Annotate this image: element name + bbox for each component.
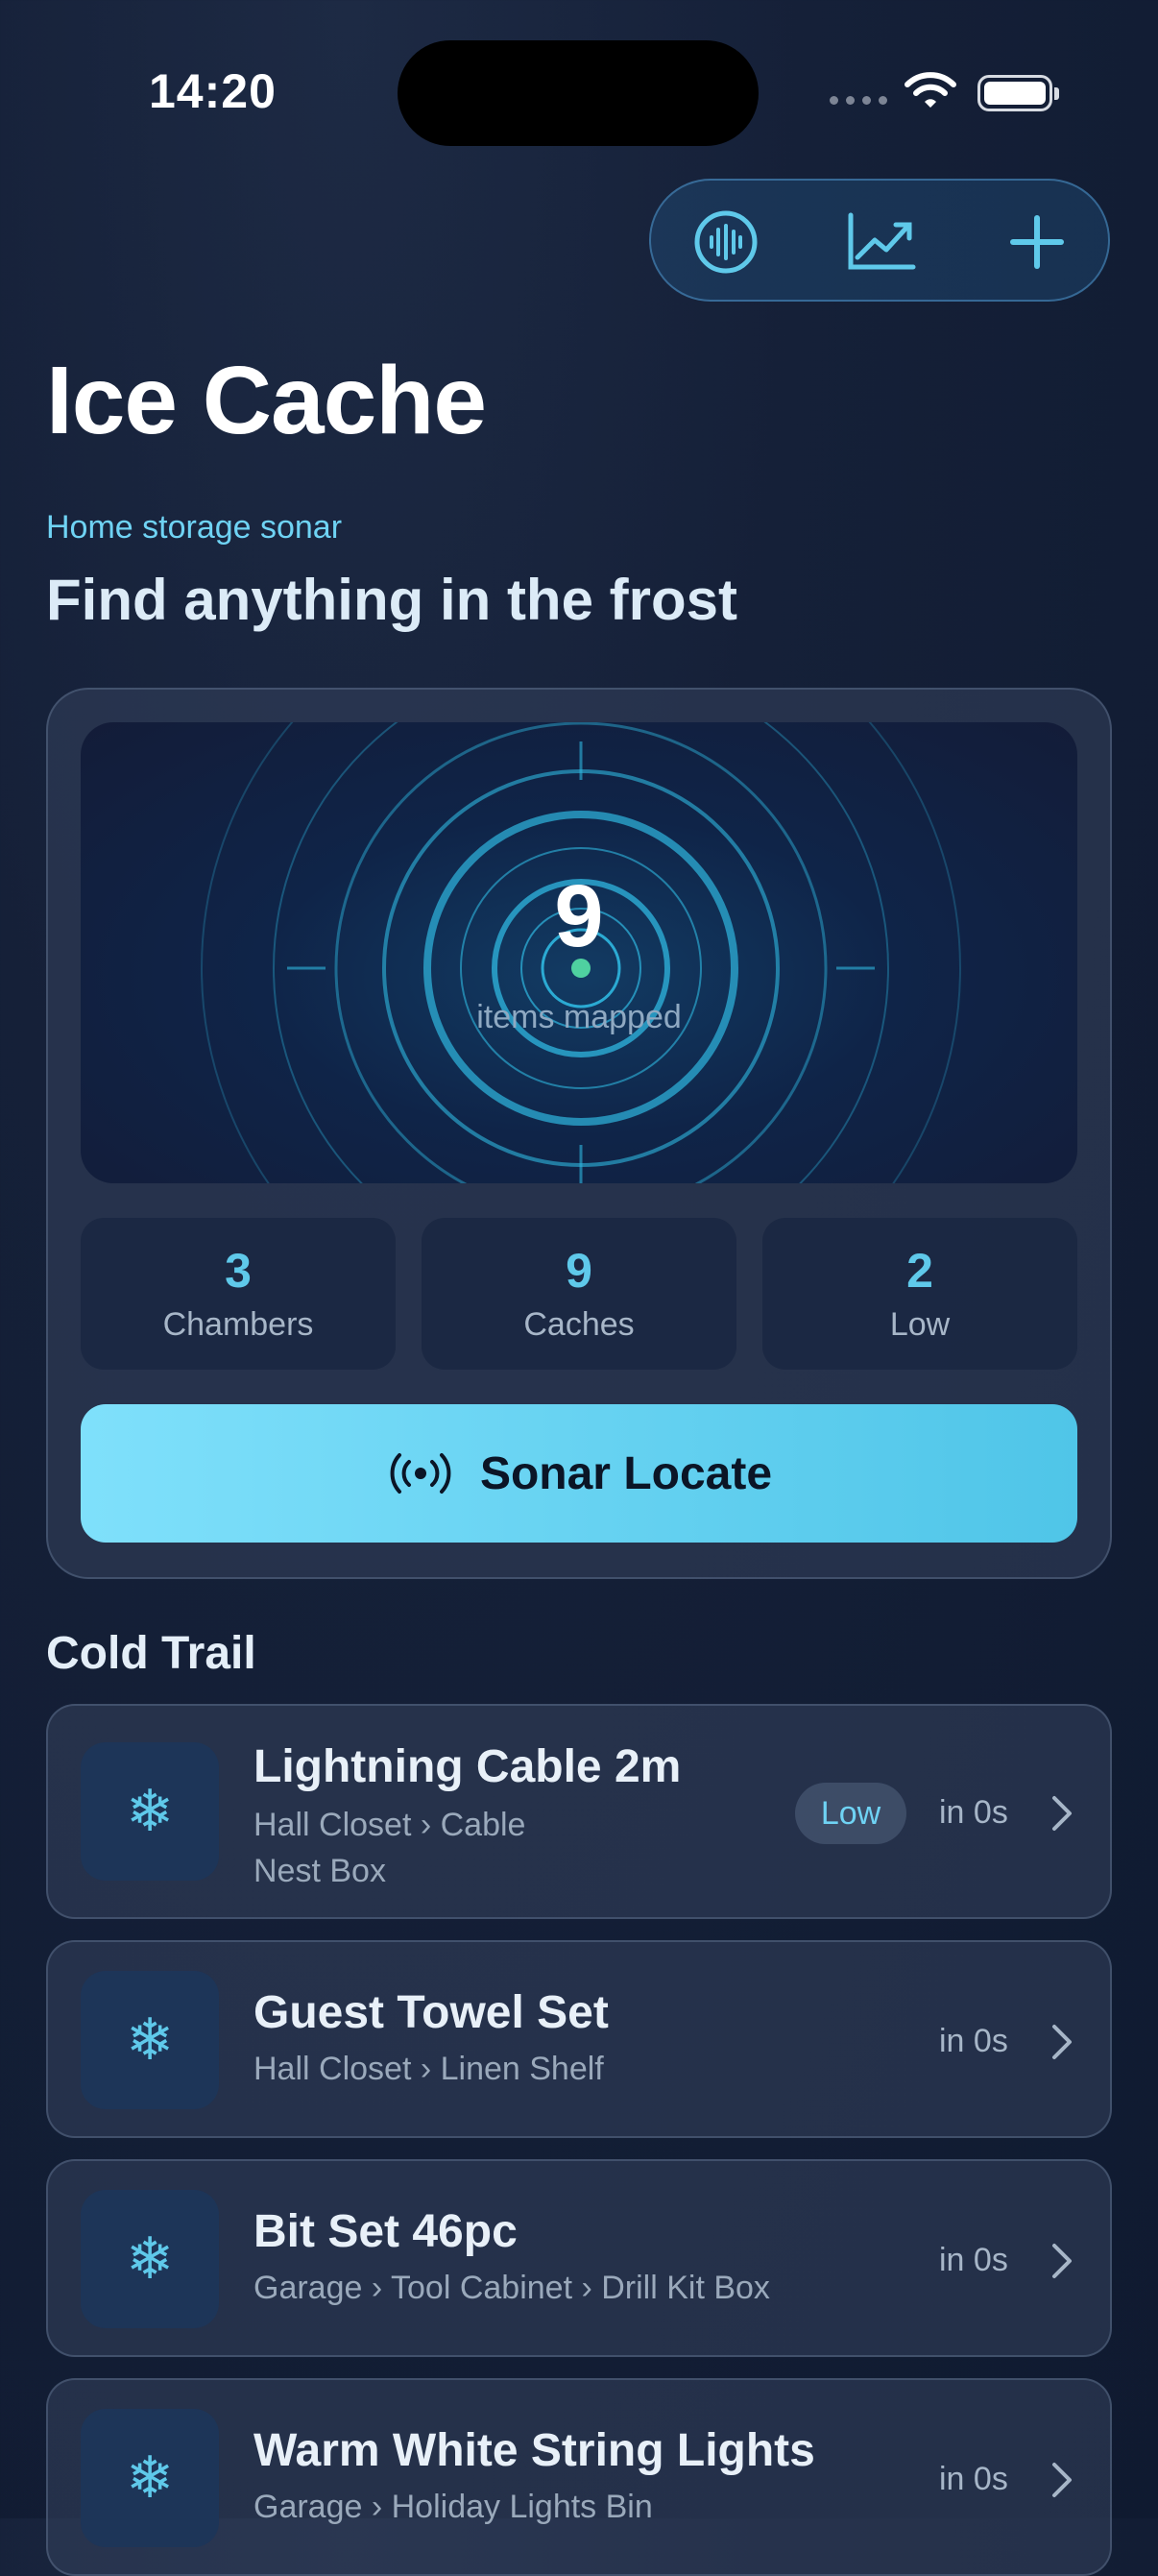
- status-badge: Low: [795, 1783, 906, 1844]
- section-title-cold-trail: Cold Trail: [46, 1628, 256, 1679]
- status-time: 14:20: [149, 64, 277, 118]
- chevron-right-icon: [1052, 2025, 1072, 2059]
- sonar-locate-button[interactable]: Sonar Locate: [81, 1404, 1077, 1543]
- item-due: in 0s: [939, 2023, 1008, 2059]
- stat-label: Low: [889, 1306, 951, 1343]
- stat-value: 3: [225, 1244, 252, 1298]
- chevron-right-icon: [1052, 1796, 1072, 1831]
- toolbar: [649, 179, 1110, 302]
- item-path: Garage › Tool Cabinet › Drill Kit Box: [253, 2270, 770, 2306]
- stat-caches[interactable]: 9 Caches: [422, 1218, 736, 1370]
- sonar-count: 9: [554, 867, 604, 965]
- page-subtitle: Find anything in the frost: [46, 568, 737, 632]
- sonar-label: items mapped: [476, 999, 682, 1035]
- broadcast-icon: [390, 1453, 451, 1494]
- waveform-icon[interactable]: [686, 202, 766, 282]
- chevron-right-icon: [1052, 2463, 1072, 2497]
- item-path: Hall Closet › Linen Shelf: [253, 2051, 604, 2087]
- item-due: in 0s: [939, 2242, 1008, 2278]
- stat-label: Chambers: [162, 1306, 314, 1343]
- item-name: Lightning Cable 2m: [253, 1741, 682, 1792]
- item-name: Bit Set 46pc: [253, 2206, 518, 2257]
- item-path: Garage › Holiday Lights Bin: [253, 2489, 653, 2525]
- item-path: Nest Box: [253, 1853, 386, 1889]
- item-path: Hall Closet › Cable: [253, 1807, 526, 1843]
- plus-icon[interactable]: [997, 202, 1077, 282]
- stat-label: Caches: [523, 1306, 635, 1343]
- battery-icon: [977, 75, 1059, 111]
- snowflake-icon: ❄: [81, 2409, 219, 2547]
- list-item[interactable]: ❄ Warm White String Lights Garage › Holi…: [46, 2378, 1112, 2576]
- stat-value: 9: [566, 1244, 592, 1298]
- stat-value: 2: [906, 1244, 933, 1298]
- app-title: Ice Cache: [46, 347, 487, 454]
- item-due: in 0s: [939, 2461, 1008, 2497]
- chevron-right-icon: [1052, 2244, 1072, 2278]
- wifi-icon: [905, 71, 956, 114]
- list-item[interactable]: ❄ Bit Set 46pc Garage › Tool Cabinet › D…: [46, 2159, 1112, 2357]
- list-item[interactable]: ❄ Lightning Cable 2m Hall Closet › Cable…: [46, 1704, 1112, 1919]
- stat-chambers[interactable]: 3 Chambers: [81, 1218, 396, 1370]
- snowflake-icon: ❄: [81, 1971, 219, 2109]
- dynamic-island: [398, 40, 759, 146]
- snowflake-icon: ❄: [81, 1742, 219, 1881]
- cellular-signal-icon: [830, 96, 887, 105]
- item-due: in 0s: [939, 1794, 1008, 1831]
- sonar-visualization: 9 items mapped: [81, 722, 1077, 1183]
- eyebrow-text: Home storage sonar: [46, 509, 343, 546]
- list-item[interactable]: ❄ Guest Towel Set Hall Closet › Linen Sh…: [46, 1940, 1112, 2138]
- item-name: Guest Towel Set: [253, 1987, 609, 2038]
- item-name: Warm White String Lights: [253, 2425, 815, 2476]
- stat-low[interactable]: 2 Low: [762, 1218, 1077, 1370]
- sonar-locate-label: Sonar Locate: [479, 1447, 773, 1499]
- chart-icon[interactable]: [841, 202, 922, 282]
- snowflake-icon: ❄: [81, 2190, 219, 2328]
